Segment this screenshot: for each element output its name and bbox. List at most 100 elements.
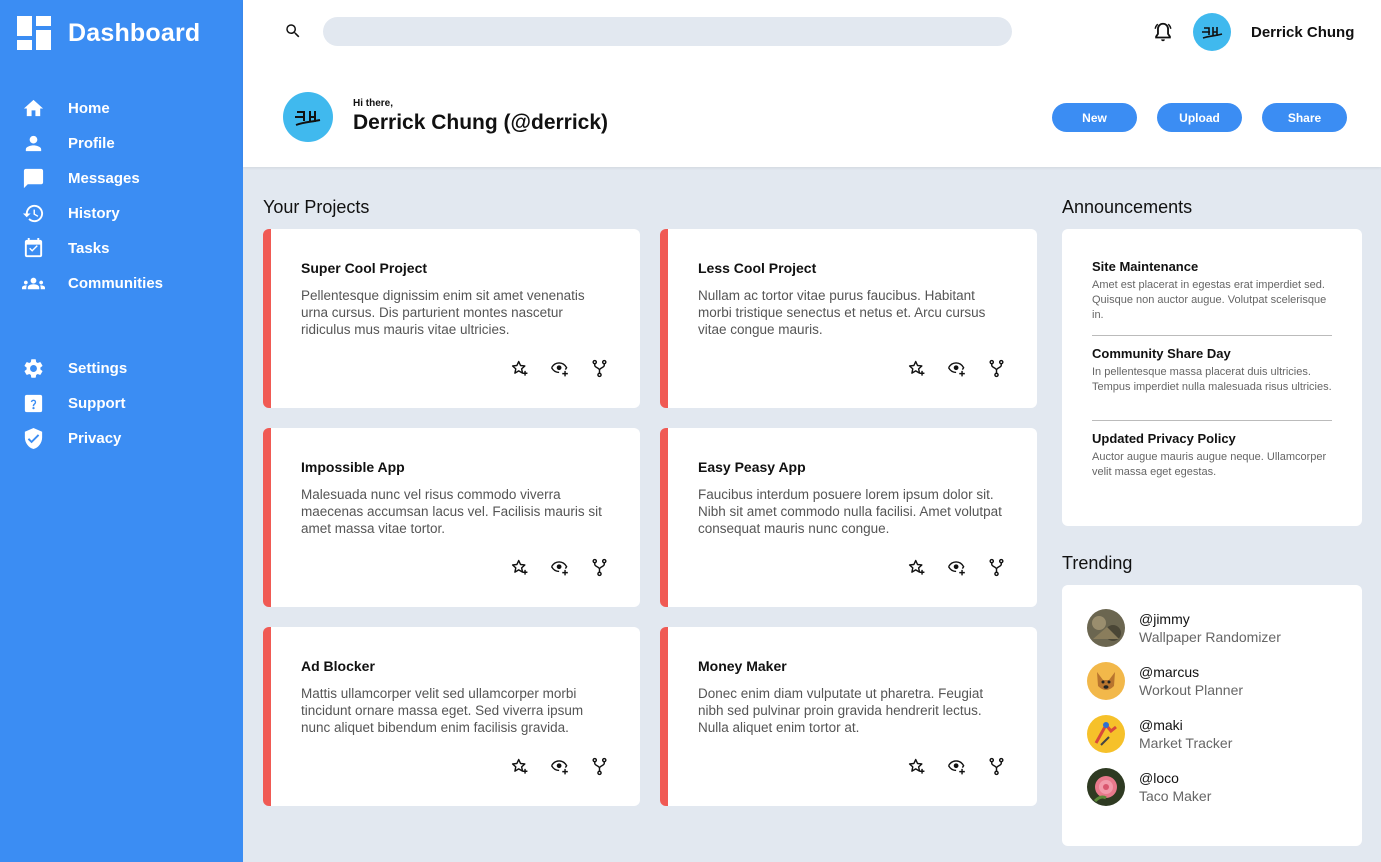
project-card[interactable]: Easy Peasy App Faucibus interdum posuere …: [660, 428, 1037, 607]
watch-add-icon[interactable]: [549, 358, 569, 378]
star-add-icon[interactable]: [906, 557, 926, 577]
share-button[interactable]: Share: [1262, 103, 1347, 132]
top-header: Derrick Chung Hi there, Derrick Chung (@…: [243, 0, 1381, 167]
sidebar-item-history[interactable]: History: [0, 196, 243, 231]
watch-add-icon[interactable]: [946, 557, 966, 577]
sidebar-item-privacy[interactable]: Privacy: [0, 421, 243, 456]
fork-icon[interactable]: [589, 756, 609, 776]
avatar: [1087, 609, 1125, 647]
announcement-item[interactable]: Updated Privacy Policy Auctor augue maur…: [1092, 431, 1332, 480]
star-add-icon[interactable]: [906, 756, 926, 776]
card-actions: [906, 358, 1026, 378]
trending-handle: @maki: [1139, 717, 1183, 733]
project-card[interactable]: Money Maker Donec enim diam vulputate ut …: [660, 627, 1037, 806]
announcement-title: Updated Privacy Policy: [1092, 431, 1236, 446]
trending-item[interactable]: @loco Taco Maker: [1087, 768, 1211, 806]
sidebar-item-settings[interactable]: Settings: [0, 351, 243, 386]
new-button[interactable]: New: [1052, 103, 1137, 132]
trending-item[interactable]: @jimmy Wallpaper Randomizer: [1087, 609, 1281, 647]
profile-avatar: [283, 92, 333, 142]
projects-title: Your Projects: [263, 197, 370, 217]
project-card[interactable]: Ad Blocker Mattis ullamcorper velit sed u…: [263, 627, 640, 806]
fork-icon[interactable]: [986, 756, 1006, 776]
history-icon: [22, 202, 45, 225]
project-card[interactable]: Impossible App Malesuada nunc vel risus c…: [263, 428, 640, 607]
trending-handle: @loco: [1139, 770, 1179, 786]
trending-project: Wallpaper Randomizer: [1139, 629, 1281, 645]
sidebar-item-home[interactable]: Home: [0, 91, 243, 126]
help-icon: [22, 392, 45, 415]
watch-add-icon[interactable]: [946, 358, 966, 378]
main-nav: Home Profile Messages History Tasks Comm…: [0, 91, 243, 301]
avatar[interactable]: [1193, 13, 1231, 51]
star-add-icon[interactable]: [509, 358, 529, 378]
sidebar-item-profile[interactable]: Profile: [0, 126, 243, 161]
person-icon: [22, 132, 45, 155]
watch-add-icon[interactable]: [549, 756, 569, 776]
announcement-item[interactable]: Community Share Day In pellentesque mass…: [1092, 346, 1332, 395]
watch-add-icon[interactable]: [946, 756, 966, 776]
sidebar-item-communities[interactable]: Communities: [0, 266, 243, 301]
search-icon[interactable]: [284, 22, 302, 40]
card-actions: [906, 557, 1026, 577]
card-actions: [509, 756, 629, 776]
project-title: Super Cool Project: [301, 260, 428, 276]
announcement-item[interactable]: Site Maintenance Amet est placerat in eg…: [1092, 259, 1332, 323]
sidebar-item-label: Home: [68, 100, 110, 117]
trending-item[interactable]: @marcus Workout Planner: [1087, 662, 1243, 700]
project-card[interactable]: Super Cool Project Pellentesque dignissim…: [263, 229, 640, 408]
brand-title: Dashboard: [68, 18, 201, 47]
sidebar-item-label: Support: [68, 395, 126, 412]
avatar: [1087, 715, 1125, 753]
star-add-icon[interactable]: [509, 756, 529, 776]
sidebar-item-label: Messages: [68, 170, 140, 187]
secondary-nav: Settings Support Privacy: [0, 351, 243, 456]
card-actions: [906, 756, 1026, 776]
sidebar-item-tasks[interactable]: Tasks: [0, 231, 243, 266]
project-title: Ad Blocker: [301, 658, 375, 674]
sidebar-item-support[interactable]: Support: [0, 386, 243, 421]
card-actions: [509, 557, 629, 577]
trending-project: Workout Planner: [1139, 682, 1244, 698]
announcements-panel: Site Maintenance Amet est placerat in eg…: [1062, 229, 1362, 526]
bell-icon[interactable]: [1152, 21, 1174, 43]
project-description: Donec enim diam vulputate ut pharetra. F…: [698, 686, 984, 735]
group-icon: [22, 272, 45, 295]
fork-icon[interactable]: [986, 557, 1006, 577]
fork-icon[interactable]: [589, 358, 609, 378]
avatar: [1087, 768, 1125, 806]
sidebar-item-label: Profile: [68, 135, 115, 152]
trending-title: Trending: [1062, 553, 1133, 573]
search-input[interactable]: [323, 17, 1012, 46]
divider: [1092, 420, 1332, 421]
project-title: Impossible App: [301, 459, 405, 475]
announcements-title: Announcements: [1062, 197, 1193, 217]
project-title: Less Cool Project: [698, 260, 817, 276]
star-add-icon[interactable]: [509, 557, 529, 577]
sidebar-item-label: Communities: [68, 275, 164, 292]
sidebar-item-messages[interactable]: Messages: [0, 161, 243, 196]
watch-add-icon[interactable]: [549, 557, 569, 577]
upload-button[interactable]: Upload: [1157, 103, 1242, 132]
chat-icon: [22, 167, 45, 190]
sidebar-item-label: Privacy: [68, 430, 122, 447]
user-name[interactable]: Derrick Chung: [1251, 24, 1354, 41]
announcement-body: Auctor augue mauris augue neque. Ullamco…: [1092, 451, 1327, 478]
project-title: Easy Peasy App: [698, 459, 806, 475]
gear-icon: [22, 357, 45, 380]
sidebar-item-label: Tasks: [68, 240, 110, 257]
greeting-label: Hi there,: [353, 98, 394, 109]
trending-handle: @marcus: [1139, 664, 1200, 680]
fork-icon[interactable]: [589, 557, 609, 577]
project-card[interactable]: Less Cool Project Nullam ac tortor vitae …: [660, 229, 1037, 408]
card-actions: [509, 358, 629, 378]
shield-check-icon: [22, 427, 45, 450]
fork-icon[interactable]: [986, 358, 1006, 378]
divider: [1092, 335, 1332, 336]
sidebar: Dashboard Home Profile Messages History …: [0, 0, 243, 862]
star-add-icon[interactable]: [906, 358, 926, 378]
project-title: Money Maker: [698, 658, 787, 674]
trending-item[interactable]: @maki Market Tracker: [1087, 715, 1232, 753]
trending-project: Taco Maker: [1139, 788, 1212, 804]
brand[interactable]: Dashboard: [17, 16, 200, 50]
